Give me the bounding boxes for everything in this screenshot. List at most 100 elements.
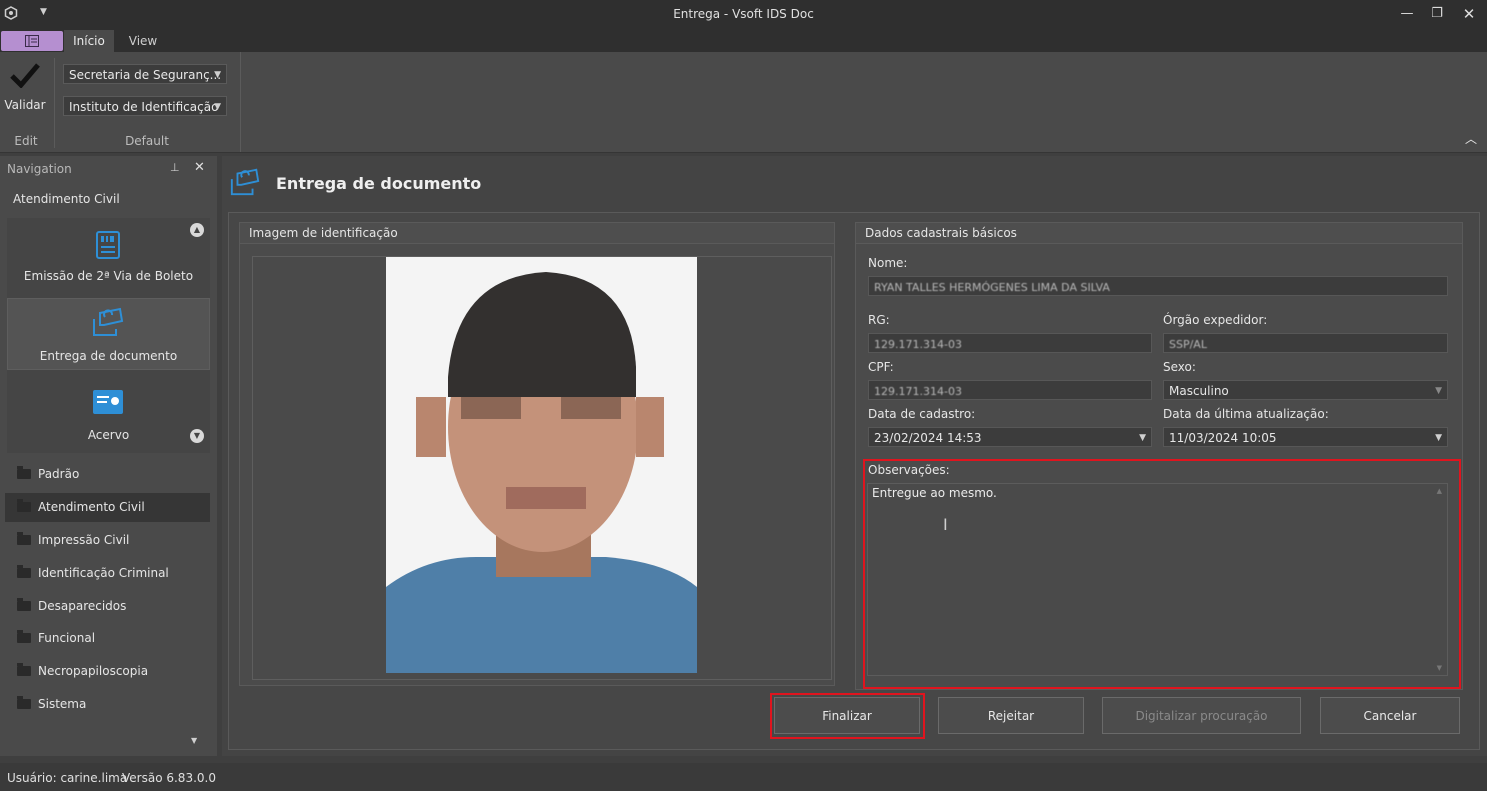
sexo-value: Masculino	[1169, 384, 1229, 398]
folder-label: Identificação Criminal	[38, 566, 169, 580]
close-icon[interactable]: ✕	[1457, 4, 1481, 24]
orgao-value: SSP/AL	[1169, 338, 1207, 351]
page-title: Entrega de documento	[276, 174, 482, 193]
data-panel-title: Dados cadastrais básicos	[856, 223, 1462, 244]
file-menu-icon	[25, 35, 39, 47]
chevron-down-icon: ▼	[1435, 386, 1442, 396]
id-card-icon	[93, 390, 123, 414]
folder-padrao[interactable]: Padrão	[5, 460, 210, 489]
barcode-icon	[96, 231, 120, 259]
image-panel: Imagem de identificação	[239, 222, 835, 686]
ribbon-separator	[54, 58, 55, 148]
chevron-down-icon: ▼	[1435, 433, 1442, 443]
observacoes-label: Observações:	[868, 463, 950, 477]
observacoes-textarea[interactable]: Entregue ao mesmo. I ▲ ▼	[867, 483, 1448, 676]
rejeitar-button[interactable]: Rejeitar	[938, 697, 1084, 734]
orgao-field[interactable]: SSP/AL	[1163, 333, 1448, 353]
data-atualizacao-field[interactable]: 11/03/2024 10:05 ▼	[1163, 427, 1448, 447]
nome-value: RYAN TALLES HERMÓGENES LIMA DA SILVA	[874, 281, 1110, 294]
folder-atendimento-civil[interactable]: Atendimento Civil	[5, 493, 210, 522]
close-panel-icon[interactable]: ✕	[194, 160, 205, 175]
tab-view[interactable]: View	[118, 30, 168, 52]
folder-label: Atendimento Civil	[38, 500, 145, 514]
title-bar: ▼ Entrega - Vsoft IDS Doc — ❐ ✕	[0, 0, 1487, 30]
scrollbar-up-icon[interactable]: ▲	[1437, 487, 1442, 495]
folder-label: Sistema	[38, 697, 87, 711]
ribbon: Validar Secretaria de Seguranç... ▼ Insti…	[0, 52, 1487, 153]
scrollbar-down-icon[interactable]: ▼	[1437, 664, 1442, 672]
file-menu-button[interactable]	[1, 31, 63, 51]
checkmark-icon	[10, 63, 40, 88]
finalizar-button[interactable]: Finalizar	[774, 697, 920, 734]
folder-icon	[17, 499, 31, 512]
main-content: Entrega de documento Imagem de identific…	[222, 156, 1487, 756]
data-atualizacao-label: Data da última atualização:	[1163, 407, 1329, 421]
folder-necropapiloscopia[interactable]: Necropapiloscopia	[5, 657, 210, 686]
folder-icon	[17, 696, 31, 709]
status-bar: Usuário: carine.lima Versão 6.83.0.0	[0, 763, 1487, 791]
folder-funcional[interactable]: Funcional	[5, 624, 210, 653]
pin-icon[interactable]: ⊥	[170, 161, 180, 174]
folder-icon	[17, 598, 31, 611]
scroll-down-icon[interactable]: ▼	[190, 429, 204, 443]
rg-label: RG:	[868, 313, 890, 327]
cancelar-button[interactable]: Cancelar	[1320, 697, 1460, 734]
tile-label: Acervo	[87, 428, 130, 442]
folder-sistema[interactable]: Sistema	[5, 690, 210, 719]
cpf-label: CPF:	[868, 360, 894, 374]
folder-label: Desaparecidos	[38, 599, 127, 613]
document-delivery-icon	[230, 168, 260, 196]
validar-button[interactable]: Validar	[2, 58, 48, 118]
rg-value: 129.171.314-03	[874, 338, 962, 351]
folder-impressao-civil[interactable]: Impressão Civil	[5, 526, 210, 555]
secretaria-combo[interactable]: Secretaria de Seguranç... ▼	[63, 64, 227, 84]
tile-emissao-boleto[interactable]: Emissão de 2ª Via de Boleto	[7, 220, 210, 296]
nome-label: Nome:	[868, 256, 908, 270]
data-cadastro-label: Data de cadastro:	[868, 407, 976, 421]
id-photo	[386, 257, 697, 673]
instituto-combo[interactable]: Instituto de Identificação ▼	[63, 96, 227, 116]
chevron-down-icon: ▼	[214, 70, 221, 80]
window-title: Entrega - Vsoft IDS Doc	[673, 7, 814, 21]
folder-icon	[17, 532, 31, 545]
rg-field[interactable]: 129.171.314-03	[868, 333, 1152, 353]
chevron-down-icon: ▼	[1139, 433, 1146, 443]
folder-desaparecidos[interactable]: Desaparecidos	[5, 592, 210, 621]
tile-label: Entrega de documento	[39, 349, 178, 363]
minimize-icon[interactable]: —	[1395, 4, 1419, 24]
instituto-combo-value: Instituto de Identificação	[69, 100, 219, 114]
nome-field[interactable]: RYAN TALLES HERMÓGENES LIMA DA SILVA	[868, 276, 1448, 296]
folder-identificacao-criminal[interactable]: Identificação Criminal	[5, 559, 210, 588]
ribbon-separator	[240, 52, 241, 152]
data-cadastro-value: 23/02/2024 14:53	[874, 431, 982, 445]
nav-overflow-icon[interactable]: ▼	[191, 736, 197, 745]
image-panel-title: Imagem de identificação	[240, 223, 834, 244]
cpf-field[interactable]: 129.171.314-03	[868, 380, 1152, 400]
scroll-up-icon[interactable]: ▲	[190, 223, 204, 237]
navigation-header: Navigation	[7, 162, 72, 176]
cpf-value: 129.171.314-03	[874, 385, 962, 398]
folder-icon	[17, 565, 31, 578]
ribbon-tab-bar: Início View	[0, 30, 1487, 52]
navigation-panel: Navigation ⊥ ✕ Atendimento Civil Emissão…	[0, 156, 217, 756]
chevron-down-icon: ▼	[214, 102, 221, 112]
folder-icon	[17, 466, 31, 479]
tile-entrega-documento[interactable]: Entrega de documento	[7, 298, 210, 370]
data-cadastro-field[interactable]: 23/02/2024 14:53 ▼	[868, 427, 1152, 447]
tile-acervo[interactable]: Acervo	[7, 376, 210, 452]
restore-icon[interactable]: ❐	[1425, 4, 1449, 24]
tile-label: Emissão de 2ª Via de Boleto	[23, 269, 194, 283]
collapse-ribbon-icon[interactable]: ︿	[1465, 130, 1477, 147]
digitalizar-procuracao-button[interactable]: Digitalizar procuração	[1102, 697, 1301, 734]
folder-label: Impressão Civil	[38, 533, 130, 547]
data-atualizacao-value: 11/03/2024 10:05	[1169, 431, 1277, 445]
secretaria-combo-value: Secretaria de Seguranç...	[69, 68, 222, 82]
document-delivery-icon	[93, 307, 124, 336]
folder-icon	[17, 630, 31, 643]
folder-label: Funcional	[38, 631, 96, 645]
orgao-label: Órgão expedidor:	[1163, 313, 1268, 327]
folder-icon	[17, 663, 31, 676]
tab-inicio[interactable]: Início	[64, 30, 114, 52]
sexo-label: Sexo:	[1163, 360, 1196, 374]
sexo-select[interactable]: Masculino ▼	[1163, 380, 1448, 400]
